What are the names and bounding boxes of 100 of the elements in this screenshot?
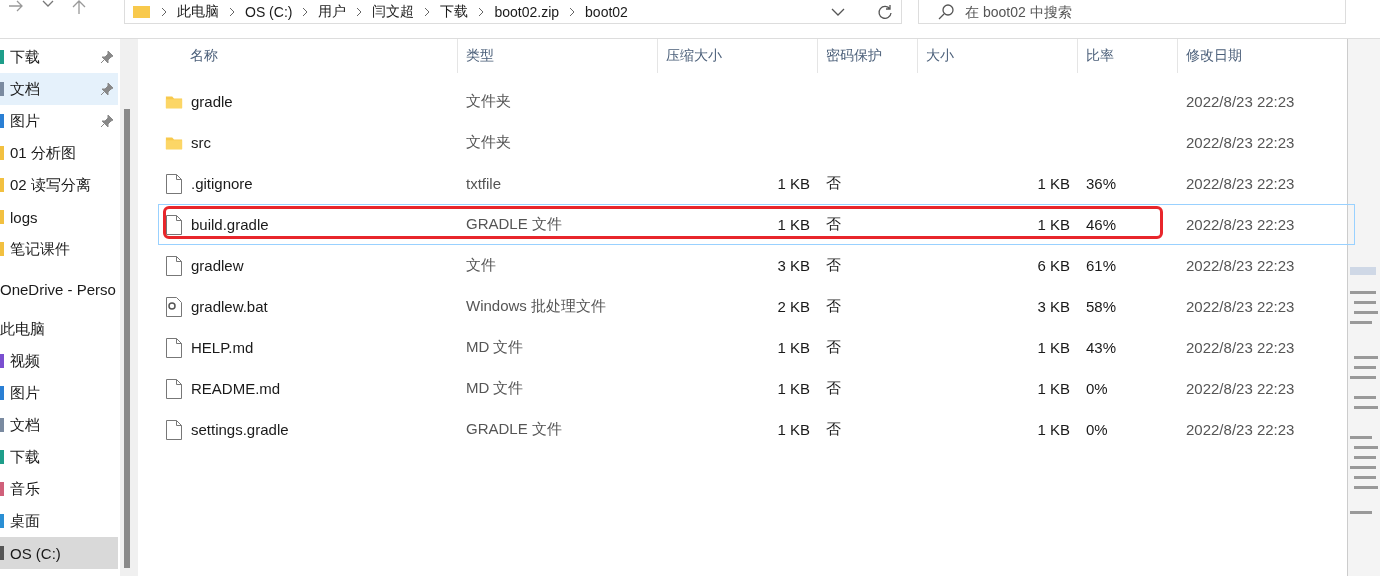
breadcrumb-item[interactable]: 闫文超 (372, 2, 415, 21)
file-name: src (190, 134, 212, 151)
packed-size: 2 KB (776, 298, 811, 315)
breadcrumb-item[interactable]: 下载 (440, 2, 469, 21)
breadcrumb-item[interactable]: boot02.zip (494, 3, 560, 20)
ratio: 46% (1085, 216, 1118, 233)
sidebar-item[interactable]: 下载 (0, 41, 118, 73)
pin-icon[interactable] (100, 114, 114, 128)
chevron-down-icon[interactable] (42, 0, 54, 8)
file-name: HELP.md (190, 339, 255, 356)
file-row[interactable]: gradle 文件夹 2022/8/23 22:23 (158, 81, 1355, 122)
up-arrow-icon[interactable] (72, 0, 86, 14)
column-header[interactable]: 大小 (917, 39, 1077, 73)
modified-date: 2022/8/23 22:23 (1185, 257, 1296, 274)
ratio: 61% (1085, 257, 1118, 274)
password-value: 否 (825, 379, 842, 398)
file-type: GRADLE 文件 (465, 420, 563, 439)
sidebar-item[interactable]: 笔记课件 (0, 233, 118, 265)
scrollbar[interactable] (120, 39, 138, 576)
file-name: README.md (190, 380, 282, 397)
file-type: 文件夹 (465, 92, 512, 111)
modified-date: 2022/8/23 22:23 (1185, 339, 1296, 356)
column-header[interactable]: 比率 (1077, 39, 1177, 73)
file-icon (165, 172, 183, 195)
gear-file-icon (165, 295, 183, 318)
chevron-right-icon (424, 6, 431, 17)
chevron-right-icon (356, 6, 363, 17)
chevron-down-icon[interactable] (831, 7, 845, 16)
file-name: gradlew.bat (190, 298, 269, 315)
modified-date: 2022/8/23 22:23 (1185, 298, 1296, 315)
sidebar-item[interactable]: 下载 (0, 441, 118, 473)
file-row[interactable]: settings.gradle GRADLE 文件 1 KB 否 1 KB 0% 2022/8/23 22:23 (158, 409, 1355, 450)
modified-date: 2022/8/23 22:23 (1185, 421, 1296, 438)
chevron-right-icon (569, 6, 576, 17)
breadcrumb-item[interactable]: 用户 (318, 2, 347, 21)
packed-size: 1 KB (776, 339, 811, 356)
sidebar-item[interactable]: 图片 (0, 377, 118, 409)
pin-icon[interactable] (100, 50, 114, 64)
column-header[interactable]: 类型 (457, 39, 657, 73)
breadcrumb-item[interactable]: OS (C:) (245, 3, 293, 20)
file-row[interactable]: build.gradle GRADLE 文件 1 KB 否 1 KB 46% 2022/8/23 22:23 (158, 204, 1355, 245)
file-size: 1 KB (1036, 339, 1071, 356)
file-type: MD 文件 (465, 338, 525, 357)
file-size: 1 KB (1036, 380, 1071, 397)
packed-size: 1 KB (776, 216, 811, 233)
modified-date: 2022/8/23 22:23 (1185, 216, 1296, 233)
sidebar-item[interactable]: 02 读写分离 (0, 169, 118, 201)
sidebar-item[interactable]: 音乐 (0, 473, 118, 505)
file-row[interactable]: src 文件夹 2022/8/23 22:23 (158, 122, 1355, 163)
search-field[interactable]: 在 boot02 中搜索 (918, 0, 1346, 24)
modified-date: 2022/8/23 22:23 (1185, 175, 1296, 192)
breadcrumb-item[interactable]: boot02 (585, 3, 628, 20)
sidebar-item[interactable]: OS (C:) (0, 537, 118, 569)
password-value: 否 (825, 174, 842, 193)
file-size: 1 KB (1036, 421, 1071, 438)
ratio: 0% (1085, 421, 1109, 438)
file-row[interactable]: README.md MD 文件 1 KB 否 1 KB 0% 2022/8/23 22:23 (158, 368, 1355, 409)
password-value: 否 (825, 297, 842, 316)
file-row[interactable]: gradlew.bat Windows 批处理文件 2 KB 否 3 KB 58% 2022/8/23 22:23 (158, 286, 1355, 327)
password-value: 否 (825, 338, 842, 357)
folder-icon (133, 5, 151, 18)
password-value: 否 (825, 215, 842, 234)
file-row[interactable]: .gitignore txtfile 1 KB 否 1 KB 36% 2022/8/23 22:23 (158, 163, 1355, 204)
sidebar-item[interactable]: 文档 (0, 409, 118, 441)
sidebar-item[interactable]: 文档 (0, 73, 118, 105)
file-icon (165, 254, 183, 277)
chevron-right-icon (229, 6, 235, 17)
file-size: 6 KB (1036, 257, 1071, 274)
sidebar-item[interactable]: 桌面 (0, 505, 118, 537)
sidebar-item[interactable]: 图片 (0, 105, 118, 137)
chevron-right-icon (478, 6, 485, 17)
breadcrumb-item[interactable]: 此电脑 (177, 2, 219, 21)
modified-date: 2022/8/23 22:23 (1185, 134, 1296, 151)
sidebar-item[interactable]: 视频 (0, 345, 118, 377)
sidebar-item[interactable]: 01 分析图 (0, 137, 118, 169)
ratio: 0% (1085, 380, 1109, 397)
file-row[interactable]: HELP.md MD 文件 1 KB 否 1 KB 43% 2022/8/23 22:23 (158, 327, 1355, 368)
file-type: MD 文件 (465, 379, 525, 398)
file-type: txtfile (465, 175, 502, 192)
sidebar-item[interactable]: OneDrive - Perso (0, 273, 118, 305)
forward-arrow-icon[interactable] (8, 0, 24, 12)
address-bar[interactable]: 此电脑 OS (C:) 用户 闫文超 下载 boot02.zip boot02 (124, 0, 902, 24)
pin-icon[interactable] (100, 82, 114, 96)
file-type: GRADLE 文件 (465, 215, 563, 234)
column-header[interactable]: 密码保护 (817, 39, 917, 73)
file-type: Windows 批处理文件 (465, 297, 608, 316)
file-type: 文件 (465, 256, 497, 275)
sidebar-item[interactable]: logs (0, 201, 118, 233)
file-row[interactable]: gradlew 文件 3 KB 否 6 KB 61% 2022/8/23 22:23 (158, 245, 1355, 286)
file-size: 3 KB (1036, 298, 1071, 315)
file-name: gradle (190, 93, 234, 110)
file-icon (165, 377, 183, 400)
packed-size: 3 KB (776, 257, 811, 274)
file-name: .gitignore (190, 175, 254, 192)
column-header[interactable]: 名称 (182, 39, 457, 73)
password-value: 否 (825, 420, 842, 439)
refresh-icon[interactable] (877, 3, 893, 20)
file-name: gradlew (190, 257, 245, 274)
sidebar-item[interactable]: 此电脑 (0, 313, 118, 345)
column-header[interactable]: 压缩大小 (657, 39, 817, 73)
